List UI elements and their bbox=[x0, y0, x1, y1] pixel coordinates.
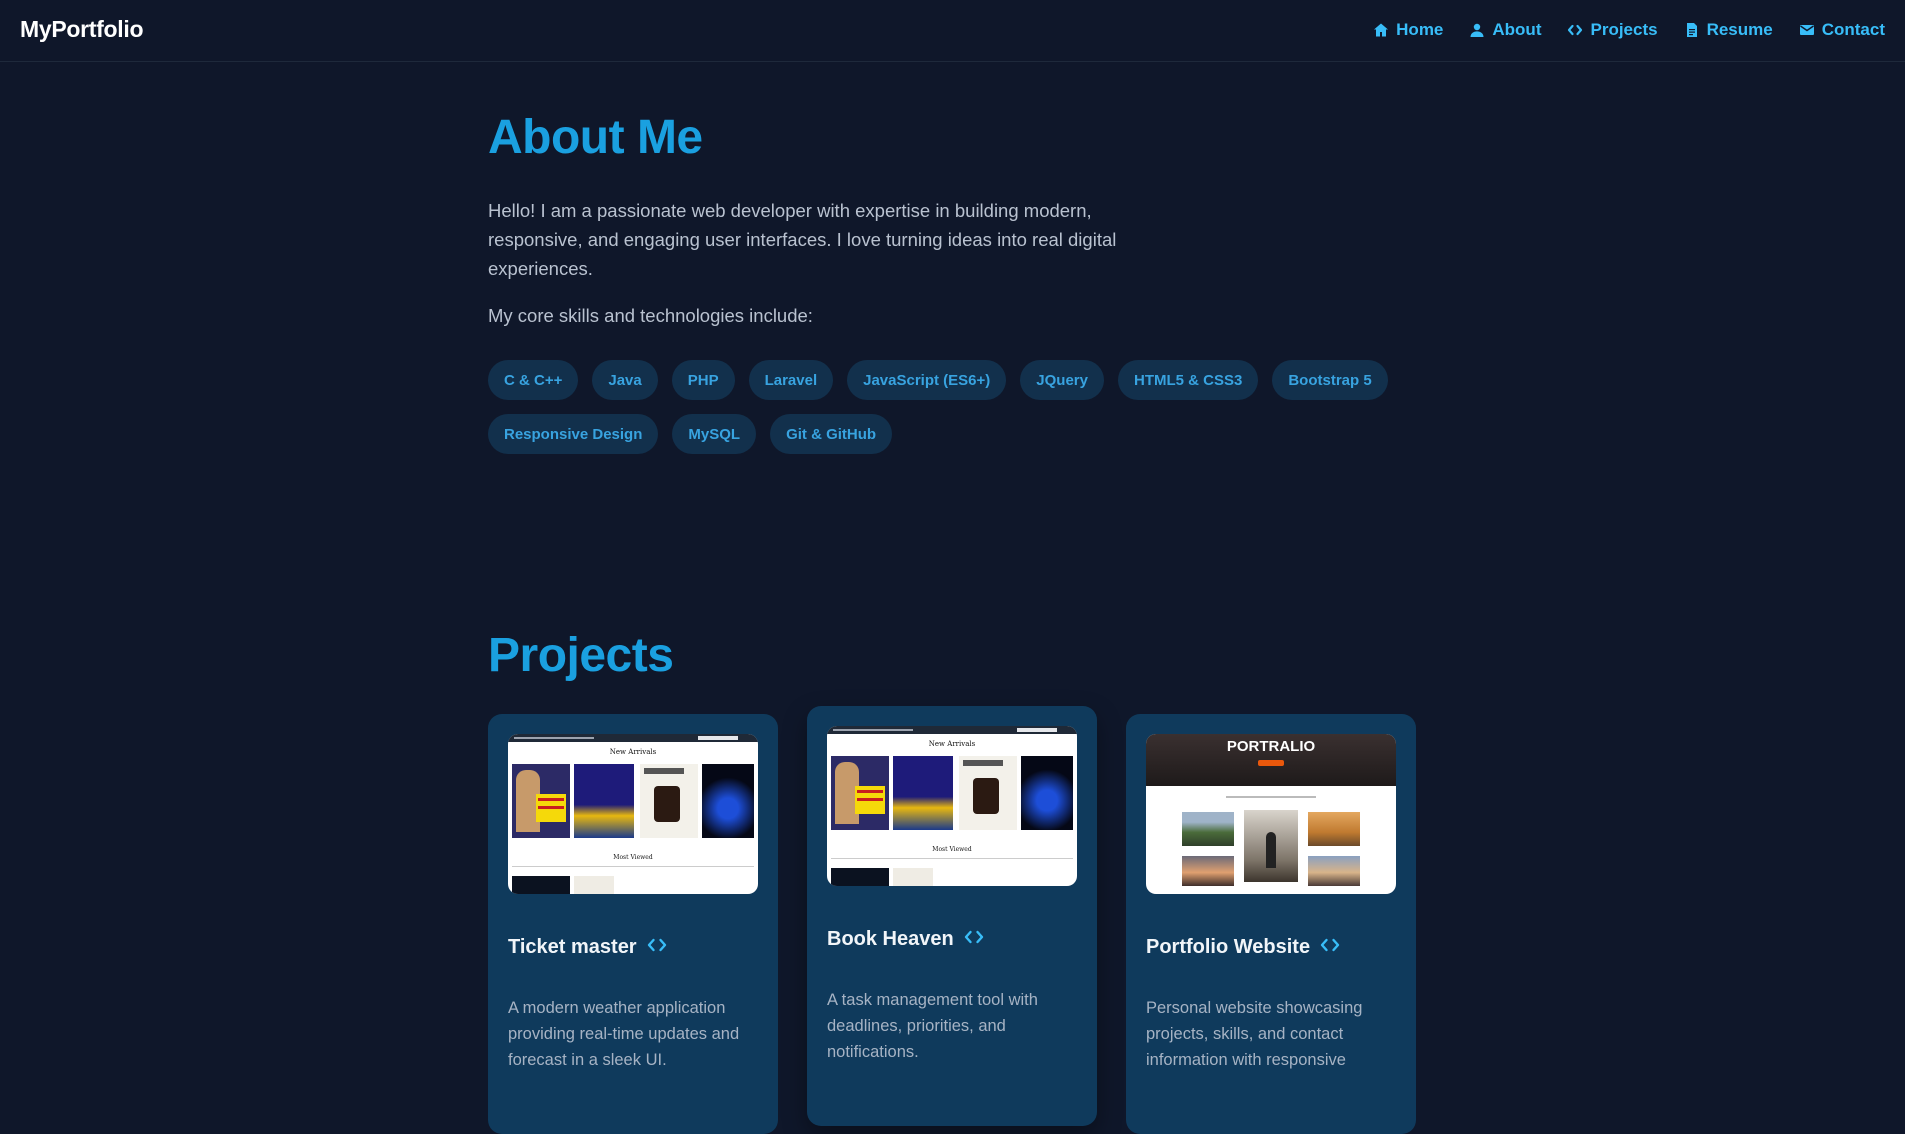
card-title: Ticket master bbox=[508, 936, 637, 958]
skill-badge: JQuery bbox=[1020, 360, 1104, 400]
thumb-navbar bbox=[508, 734, 758, 742]
thumb-heading: New Arrivals bbox=[609, 748, 657, 756]
about-section: About Me Hello! I am a passionate web de… bbox=[488, 110, 1488, 454]
project-card-ticket-master[interactable]: New Arrivals Most Viewed Ticket master A… bbox=[488, 714, 778, 1134]
card-description: A modern weather application providing r… bbox=[508, 999, 740, 1069]
navbar: MyPortfolio Home About Projects Resume C… bbox=[0, 0, 1905, 62]
thumb-photo bbox=[1182, 856, 1234, 886]
skill-badge: PHP bbox=[671, 360, 735, 400]
nav-link-home[interactable]: Home bbox=[1373, 20, 1443, 40]
thumb-heading: New Arrivals bbox=[928, 740, 976, 748]
project-thumbnail[interactable]: New Arrivals Most Viewed bbox=[508, 734, 758, 894]
card-description: A task management tool with deadlines, p… bbox=[827, 991, 1038, 1061]
nav-link-resume[interactable]: Resume bbox=[1684, 20, 1773, 40]
thumb-photo bbox=[1244, 810, 1298, 882]
book-cover bbox=[512, 876, 570, 894]
thumb-photo bbox=[1308, 812, 1360, 846]
skill-badge: HTML5 & CSS3 bbox=[1117, 360, 1259, 400]
book-cover bbox=[574, 876, 614, 894]
code-icon[interactable] bbox=[1320, 937, 1340, 958]
card-title-row: Ticket master bbox=[508, 936, 758, 959]
project-thumbnail[interactable]: New Arrivals Most Viewed bbox=[827, 726, 1077, 886]
book-cover bbox=[831, 868, 889, 886]
code-icon bbox=[1568, 24, 1583, 36]
about-title: About Me bbox=[488, 111, 703, 164]
skills-intro: My core skills and technologies include: bbox=[488, 305, 813, 326]
book-cover bbox=[1021, 756, 1073, 830]
thumb-heading: Most Viewed bbox=[613, 854, 653, 861]
thumb-heading: PORTRALIO bbox=[1226, 738, 1316, 755]
thumb-photo bbox=[1308, 856, 1360, 886]
document-icon bbox=[1686, 23, 1697, 37]
nav-link-label: Resume bbox=[1706, 20, 1773, 39]
code-icon[interactable] bbox=[647, 937, 667, 958]
skill-badge: Git & GitHub bbox=[770, 414, 893, 454]
nav-link-label: Home bbox=[1396, 20, 1444, 39]
book-cover bbox=[959, 756, 1017, 830]
skill-badge: MySQL bbox=[672, 414, 757, 454]
about-paragraph: Hello! I am a passionate web developer w… bbox=[488, 200, 1117, 279]
brand-logo[interactable]: MyPortfolio bbox=[20, 16, 144, 43]
home-icon bbox=[1374, 23, 1389, 37]
nav-link-label: Contact bbox=[1821, 20, 1885, 39]
thumb-menu bbox=[1226, 796, 1316, 798]
book-cover bbox=[574, 764, 634, 838]
nav-links: Home About Projects Resume Contact bbox=[1373, 20, 1885, 40]
book-cover bbox=[702, 764, 754, 838]
card-title-row: Book Heaven bbox=[827, 928, 1077, 951]
skill-badge: JavaScript (ES6+) bbox=[847, 360, 1007, 400]
nav-link-label: Projects bbox=[1590, 20, 1658, 39]
thumb-navbar bbox=[827, 726, 1077, 734]
book-cover bbox=[893, 868, 933, 886]
card-description: Personal website showcasing projects, sk… bbox=[1146, 999, 1363, 1069]
card-title: Portfolio Website bbox=[1146, 936, 1311, 958]
card-title: Book Heaven bbox=[827, 928, 954, 950]
skills-list: C & C++ Java PHP Laravel JavaScript (ES6… bbox=[488, 360, 1388, 454]
book-cover bbox=[893, 756, 953, 830]
book-cover bbox=[512, 764, 570, 838]
user-icon bbox=[1470, 23, 1484, 37]
thumb-heading: Most Viewed bbox=[932, 846, 972, 853]
code-icon[interactable] bbox=[964, 929, 984, 950]
skill-badge: Responsive Design bbox=[488, 414, 659, 454]
skill-badge: Laravel bbox=[748, 360, 834, 400]
thumb-button bbox=[1258, 760, 1284, 766]
skill-badge: Java bbox=[592, 360, 658, 400]
nav-link-label: About bbox=[1492, 20, 1542, 39]
project-card-portfolio-website[interactable]: PORTRALIO Portfolio Website Personal web… bbox=[1126, 714, 1416, 1134]
book-cover bbox=[640, 764, 698, 838]
book-cover bbox=[831, 756, 889, 830]
nav-link-about[interactable]: About bbox=[1469, 20, 1541, 40]
nav-link-projects[interactable]: Projects bbox=[1567, 20, 1658, 40]
thumb-photo bbox=[1182, 812, 1234, 846]
nav-link-contact[interactable]: Contact bbox=[1799, 20, 1885, 40]
skill-badge: C & C++ bbox=[488, 360, 579, 400]
mail-icon bbox=[1799, 25, 1814, 35]
project-card-book-heaven[interactable]: New Arrivals Most Viewed Book Heaven A t… bbox=[807, 706, 1097, 1126]
project-thumbnail[interactable]: PORTRALIO bbox=[1146, 734, 1396, 894]
projects-title: Projects bbox=[488, 629, 674, 682]
card-title-row: Portfolio Website bbox=[1146, 936, 1396, 959]
skill-badge: Bootstrap 5 bbox=[1272, 360, 1388, 400]
